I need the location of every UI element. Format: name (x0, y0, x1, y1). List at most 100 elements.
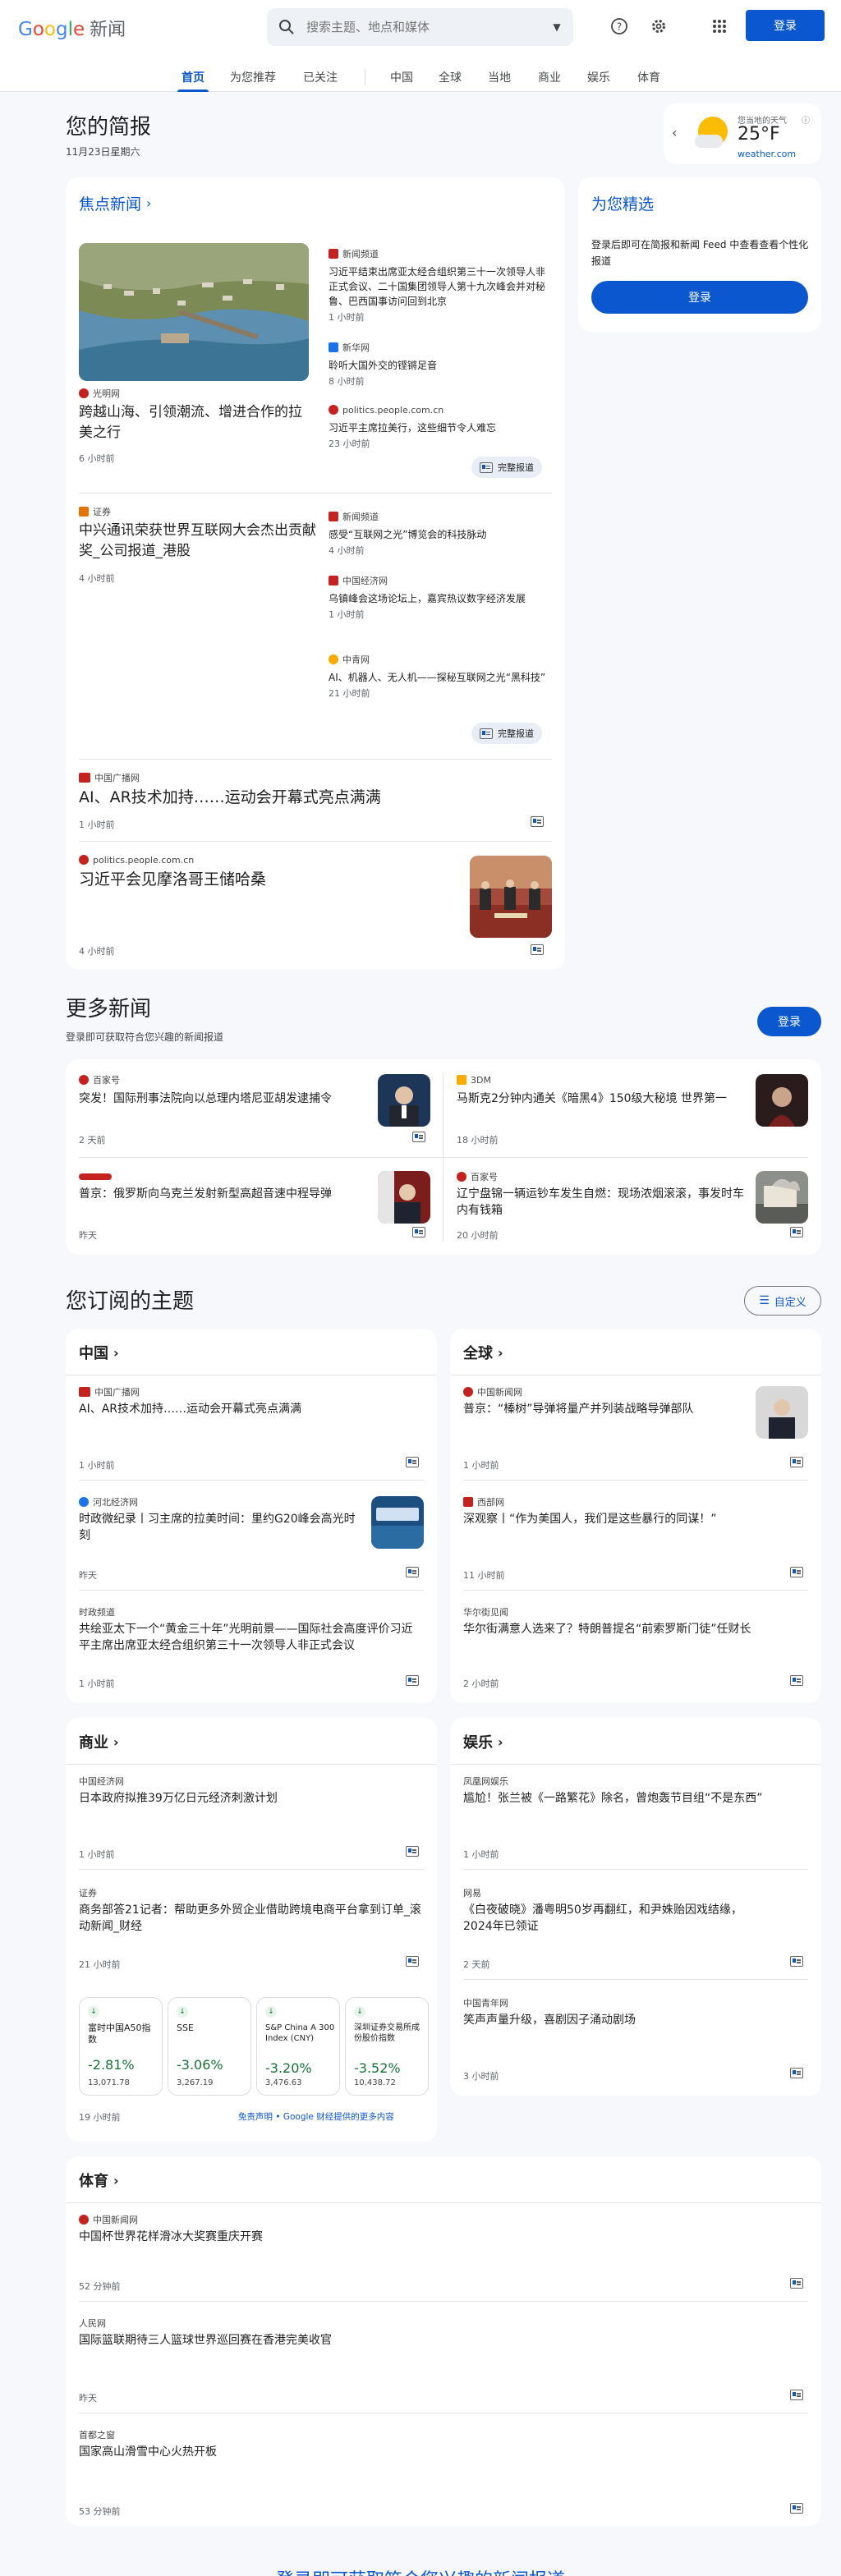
story-title[interactable]: 习近平结束出席亚太经合组织第三十一次领导人非正式会议、二十国集团领导人第十九次峰… (329, 264, 552, 309)
full-coverage-icon[interactable] (790, 1457, 803, 1467)
search-options-dropdown-icon[interactable]: ▼ (540, 21, 573, 33)
tab-home[interactable]: 首页 (182, 69, 205, 85)
search-bar[interactable]: ▼ (267, 8, 573, 46)
full-coverage-button[interactable]: 完整报道 (471, 457, 542, 478)
full-coverage-icon[interactable] (406, 1675, 419, 1686)
story-title[interactable]: 《白夜破晓》潘粤明50岁再翻红，和尹姝贻因戏结缘，2024年已领证 (463, 1902, 767, 1935)
stock-chip[interactable]: ↓ 深圳证券交易所成份股价指数 -3.52% 10,438.72 (345, 1997, 429, 2096)
full-coverage-icon[interactable] (531, 816, 544, 827)
story-title[interactable]: 国家高山滑雪中心火热开板 (79, 2444, 785, 2460)
story-title[interactable]: AI、机器人、无人机——探秘互联网之光“黑科技” (329, 670, 552, 685)
stock-name: S&P China A 300 Index (CNY) (265, 2023, 335, 2043)
story-title[interactable]: 普京：俄罗斯向乌克兰发射新型高超音速中程导弹 (79, 1186, 375, 1202)
putin-photo[interactable] (378, 1171, 430, 1224)
stock-chip[interactable]: ↓ SSE -3.06% 3,267.19 (168, 1997, 251, 2096)
top-stories-header[interactable]: 焦点新闻 › (79, 192, 151, 214)
story-title[interactable]: 中兴通讯荣获世界互联网大会杰出贡献奖_公司报道_港股 (79, 521, 317, 562)
for-you-login-button[interactable]: 登录 (591, 281, 808, 314)
story-title[interactable]: 国际篮联期待三人篮球世界巡回赛在香港完美收官 (79, 2332, 785, 2349)
search-icon[interactable] (267, 19, 306, 35)
story-title[interactable]: 普京：“榛树”导弹将量产并列装战略导弹部队 (463, 1401, 742, 1417)
full-coverage-icon[interactable] (790, 2068, 803, 2078)
putin-photo[interactable] (756, 1386, 808, 1439)
tab-for-you[interactable]: 为您推荐 (230, 69, 276, 85)
story-title[interactable]: 共绘亚太下一个“黄金三十年”光明前景——国际社会高度评价习近平主席出席亚太经合组… (79, 1621, 424, 1654)
topic-header-entertainment[interactable]: 娱乐 › (463, 1731, 503, 1752)
weather-source-link[interactable]: weather.com (738, 149, 796, 159)
full-coverage-button[interactable]: 完整报道 (471, 723, 542, 744)
customize-button[interactable]: ☰ 自定义 (744, 1286, 821, 1316)
full-coverage-icon[interactable] (790, 1227, 803, 1237)
help-icon[interactable]: ? (606, 13, 632, 39)
tab-entertainment[interactable]: 娱乐 (587, 69, 610, 85)
story-title[interactable]: AI、AR技术加持……运动会开幕式亮点满满 (79, 787, 539, 809)
story-source: 人民网 (79, 2318, 106, 2329)
full-coverage-icon[interactable] (531, 944, 544, 955)
full-coverage-icon[interactable] (790, 1956, 803, 1967)
meeting-photo[interactable] (470, 856, 552, 938)
full-coverage-icon[interactable] (790, 2503, 803, 2514)
topic-header-china[interactable]: 中国 › (79, 1342, 119, 1363)
story-title[interactable]: 时政微纪录丨习主席的拉美时间：里约G20峰会高光时刻 (79, 1511, 358, 1544)
tab-following[interactable]: 已关注 (303, 69, 338, 85)
footer-login-prompt[interactable]: 登录即可获取符合您兴趣的新闻报道 (0, 2565, 841, 2576)
tab-sports[interactable]: 体育 (637, 69, 660, 85)
tab-local[interactable]: 当地 (488, 69, 511, 85)
tab-world[interactable]: 全球 (439, 69, 462, 85)
coastal-city-photo[interactable] (79, 243, 309, 381)
settings-icon[interactable] (646, 13, 672, 39)
topic-header-business[interactable]: 商业 › (79, 1731, 119, 1752)
stock-change: -2.81% (88, 2057, 135, 2073)
full-coverage-icon[interactable] (790, 1567, 803, 1577)
more-news-login-button[interactable]: 登录 (757, 1007, 821, 1036)
story-title[interactable]: 乌镇峰会这场论坛上，嘉宾热议数字经济发展 (329, 591, 552, 606)
topic-header-world[interactable]: 全球 › (463, 1342, 503, 1363)
baijiahao-logo-icon (79, 1075, 89, 1085)
g20-summit-photo[interactable] (371, 1496, 424, 1549)
topic-header-sports[interactable]: 体育 › (79, 2170, 119, 2191)
street-scene-photo[interactable] (756, 1171, 808, 1224)
full-coverage-icon[interactable] (412, 1227, 425, 1237)
story-title[interactable]: 感受“互联网之光”博览会的科技脉动 (329, 527, 552, 542)
stock-chip[interactable]: ↓ 富时中国A50指数 -2.81% 13,071.78 (79, 1997, 163, 2096)
finance-disclaimer-link[interactable]: 免责声明 • Google 财经提供的更多内容 (238, 2110, 394, 2123)
tab-business[interactable]: 商业 (538, 69, 561, 85)
full-coverage-icon[interactable] (406, 1956, 419, 1967)
full-coverage-icon[interactable] (406, 1567, 419, 1577)
story-source: 中国广播网 (79, 772, 140, 783)
story-title[interactable]: 习近平会见摩洛哥王储哈桑 (79, 869, 440, 891)
story-title[interactable]: 尴尬！张兰被《一路繁花》除名，曾炮轰节目组“不是东西” (463, 1790, 767, 1807)
story-title[interactable]: 跨越山海、引领潮流、增进合作的拉美之行 (79, 402, 309, 443)
story-title[interactable]: AI、AR技术加持……运动会开幕式亮点满满 (79, 1401, 358, 1417)
story-title[interactable]: 聆听大国外交的铿锵足音 (329, 358, 552, 373)
full-coverage-icon[interactable] (790, 1675, 803, 1686)
story-title[interactable]: 马斯克2分钟内通关《暗黑4》150级大秘境 世界第一 (457, 1091, 752, 1107)
story-title[interactable]: 习近平主席拉美行，这些细节令人难忘 (329, 420, 552, 435)
story-title[interactable]: 辽宁盘锦一辆运钞车发生自燃：现场浓烟滚滚，事发时车内有钱箱 (457, 1186, 752, 1219)
netanyahu-photo[interactable] (378, 1074, 430, 1127)
weather-card[interactable]: ‹ 您当地的天气 ⓘ 25°F weather.com (664, 103, 821, 164)
story-title[interactable]: 华尔街满意人选来了？特朗普提名“前索罗斯门徒”任财长 (463, 1621, 808, 1637)
search-input[interactable] (306, 20, 540, 34)
story-title[interactable]: 日本政府拟推39万亿日元经济刺激计划 (79, 1790, 424, 1807)
full-coverage-icon[interactable] (412, 1132, 425, 1142)
stock-chip[interactable]: ↓ S&P China A 300 Index (CNY) -3.20% 3,4… (256, 1997, 340, 2096)
story-title[interactable]: 商务部答21记者：帮助更多外贸企业借助跨境电商平台拿到订单_滚动新闻_财经 (79, 1902, 424, 1935)
full-coverage-icon[interactable] (790, 2390, 803, 2400)
full-coverage-icon[interactable] (790, 2278, 803, 2289)
story-title[interactable]: 中国杯世界花样滑冰大奖赛重庆开赛 (79, 2229, 785, 2245)
game-character-photo[interactable] (756, 1074, 808, 1127)
top-app-bar: Google 新闻 ▼ ? 登录 首页 为您推荐 已关注 中国 全球 当地 商业… (0, 0, 841, 92)
info-icon[interactable]: ⓘ (802, 113, 810, 126)
tab-china[interactable]: 中国 (390, 69, 413, 85)
story-title[interactable]: 突发！国际刑事法院向以总理内塔尼亚胡发逮捕令 (79, 1091, 375, 1107)
full-coverage-icon[interactable] (406, 1846, 419, 1857)
story-title[interactable]: 笑声声量升级，喜剧因子涌动剧场 (463, 2012, 767, 2028)
apps-grid-icon[interactable] (706, 13, 733, 39)
chevron-left-icon[interactable]: ‹ (672, 125, 677, 140)
google-news-logo[interactable]: Google 新闻 (18, 15, 126, 41)
story-title[interactable]: 深观察丨“作为美国人，我们是这些暴行的同谋！” (463, 1511, 808, 1527)
header-login-button[interactable]: 登录 (746, 10, 825, 41)
story-time: 20 小时前 (457, 1230, 499, 1241)
full-coverage-icon[interactable] (406, 1457, 419, 1467)
